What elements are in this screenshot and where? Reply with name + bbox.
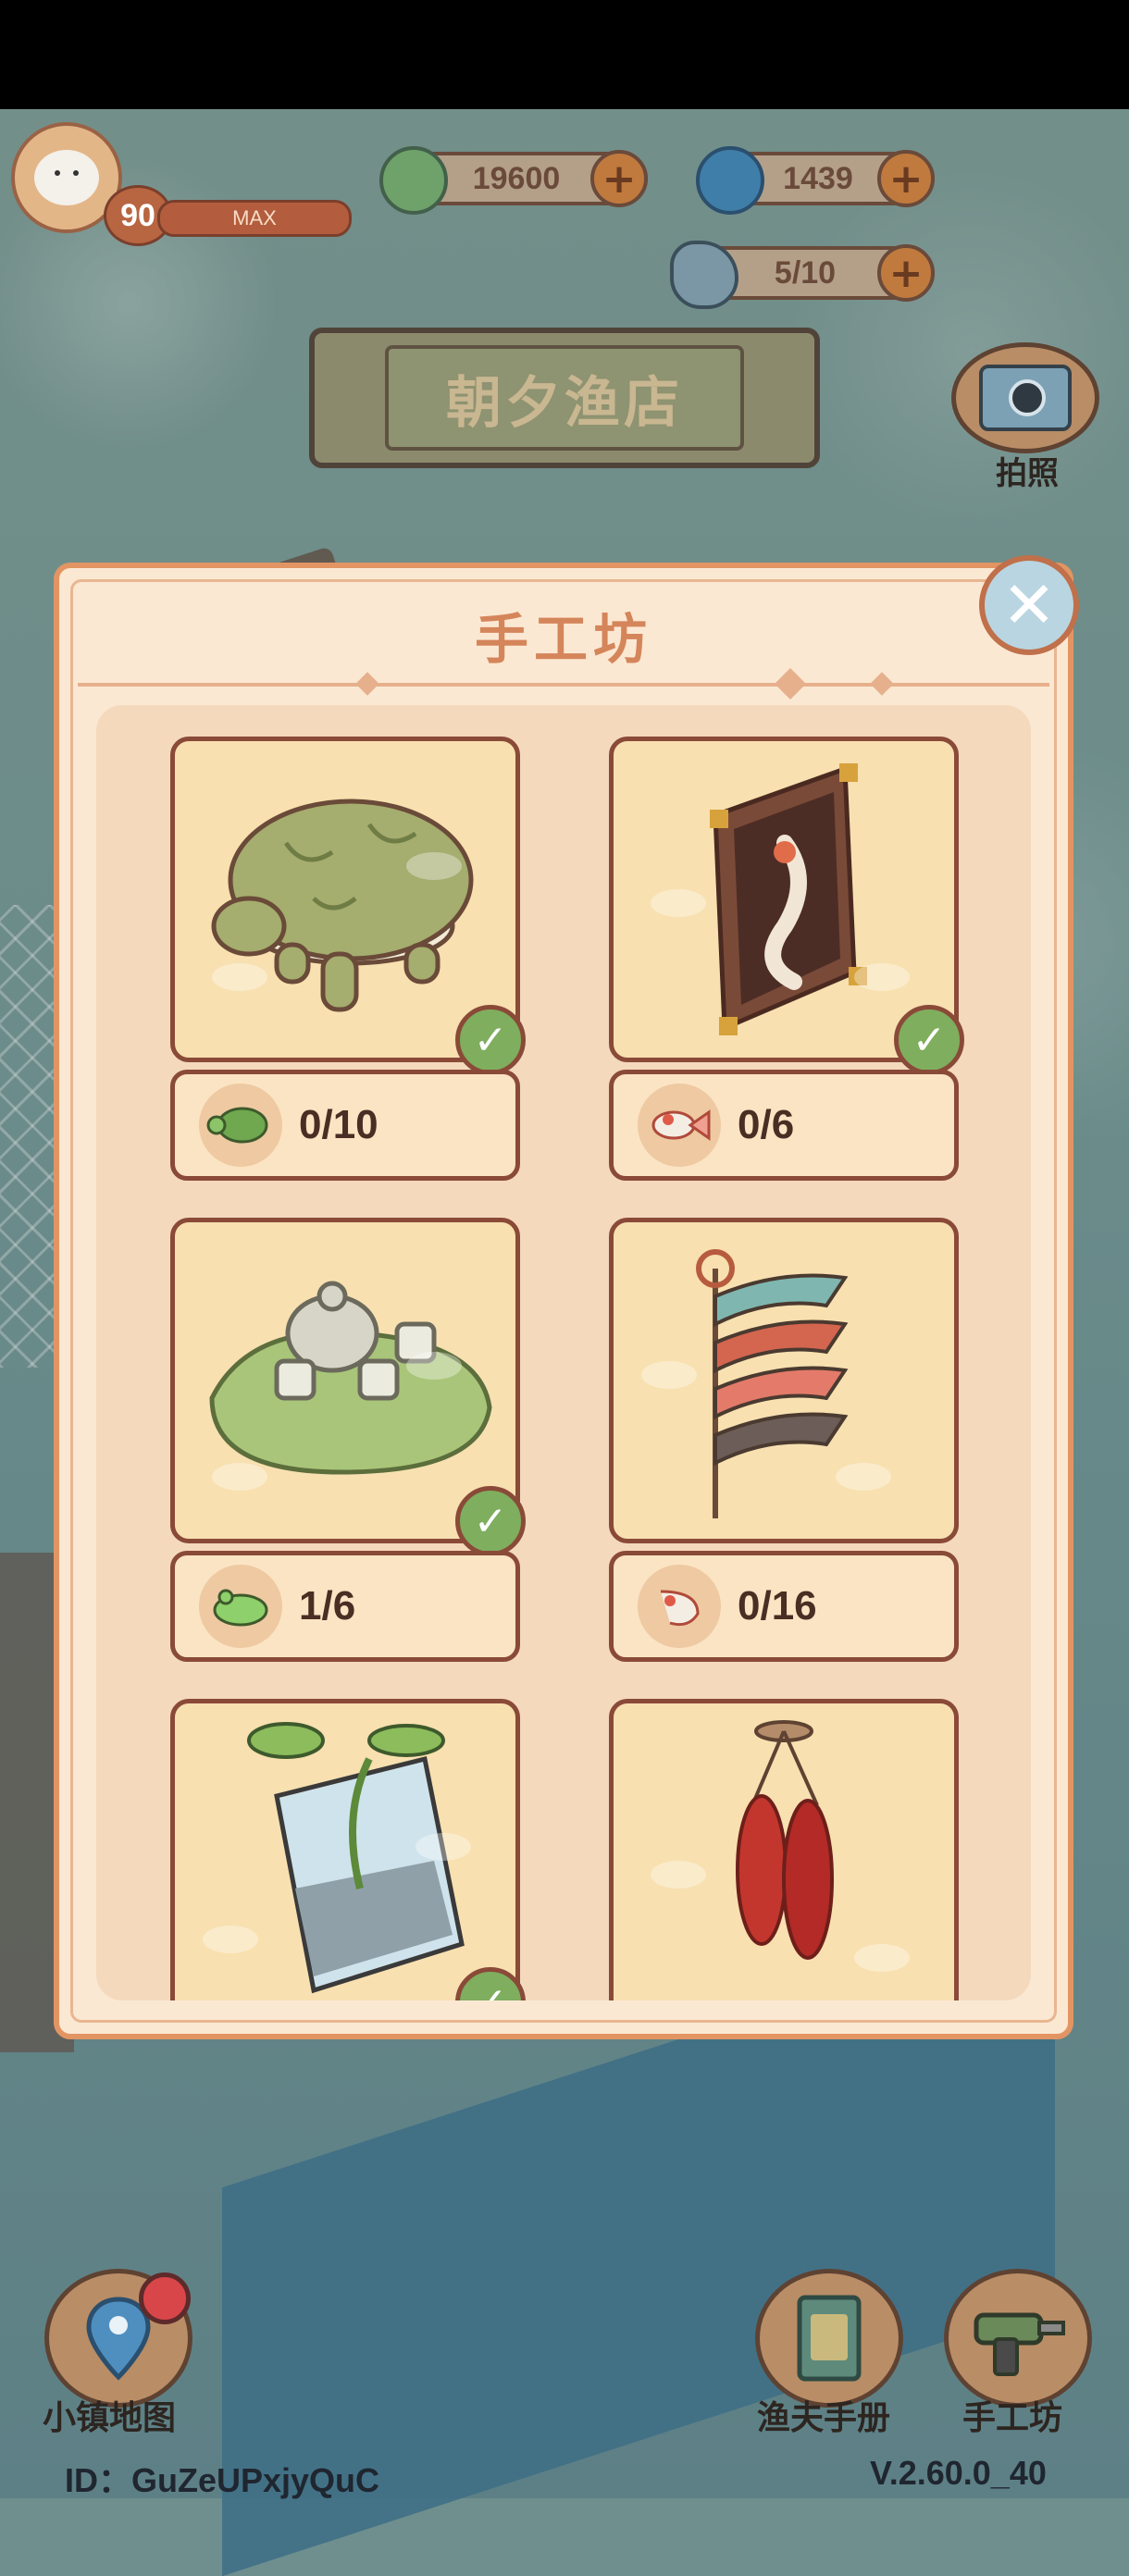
handbook-label: 渔夫手册: [757, 2399, 891, 2437]
add-clover-button[interactable]: +: [590, 150, 648, 207]
shop-name: 朝夕渔店: [385, 345, 744, 451]
craft-item-card-hanging-crawfish[interactable]: [609, 1699, 959, 2000]
item-image-box: [170, 1699, 520, 2000]
camera-icon: [979, 365, 1072, 431]
item-count: 0/16: [738, 1583, 817, 1629]
completed-check-icon: ✓: [894, 1005, 964, 1075]
item-counter: 1/6: [170, 1551, 520, 1662]
level-progress-bar: MAX: [157, 200, 352, 237]
camera-label: 拍照: [996, 455, 1059, 492]
add-spiral-button[interactable]: +: [877, 150, 935, 207]
drill-icon: [974, 2312, 1065, 2376]
add-fish-capacity-button[interactable]: +: [877, 244, 935, 302]
clover-icon: [379, 146, 448, 215]
spiral-currency: 1439 +: [696, 146, 935, 215]
completed-check-icon: ✓: [455, 1486, 526, 1556]
craft-item-card-turtle[interactable]: ✓ 0/10: [170, 737, 526, 1184]
notification-dot: [139, 2273, 191, 2324]
fish-icon: [670, 241, 738, 309]
town-map-label: 小镇地图: [43, 2399, 177, 2437]
item-image-box: [609, 1699, 959, 2000]
close-modal-button[interactable]: ✕: [979, 555, 1079, 655]
workshop-modal: 手工坊 ✓ 0/10 ✓ 0/6 ✓ 1/6 0/16: [54, 563, 1073, 2039]
craft-item-card-carp-streamer[interactable]: 0/16: [609, 1218, 959, 1666]
item-counter: 0/16: [609, 1551, 959, 1662]
spiral-icon: [696, 146, 764, 215]
item-counter: 0/10: [170, 1070, 520, 1181]
turtle-icon: [199, 1084, 282, 1167]
craft-item-card-frog-tea-set[interactable]: ✓ 1/6: [170, 1218, 526, 1666]
handbook-icon: [797, 2295, 862, 2382]
workshop-button[interactable]: [944, 2269, 1092, 2408]
player-id: ID：GuZeUPxjyQuC: [65, 2461, 380, 2499]
modal-title: 手工坊: [474, 608, 652, 671]
craft-item-card-fish-painting[interactable]: ✓ 0/6: [609, 737, 964, 1184]
goldfish-icon: [638, 1084, 721, 1167]
item-image-box: [609, 1218, 959, 1543]
clover-currency: 19600 +: [379, 146, 648, 215]
fisherman-handbook-button[interactable]: [755, 2269, 903, 2408]
status-bar: [0, 0, 1129, 109]
workshop-label: 手工坊: [962, 2399, 1063, 2437]
tea-set-on-lily-pad-icon: [209, 1281, 492, 1475]
turtle-icon: [211, 799, 474, 1012]
item-count: 1/6: [299, 1583, 356, 1629]
fish-capacity: 5/10 +: [670, 241, 935, 309]
item-count: 0/10: [299, 1102, 378, 1147]
title-divider: [78, 683, 1049, 687]
craft-item-card-plant-aquarium[interactable]: ✓: [170, 1699, 526, 2000]
item-count: 0/6: [738, 1102, 795, 1147]
app-version: V.2.60.0_40: [870, 2454, 1047, 2492]
shop-name-sign: 朝夕渔店: [309, 328, 820, 468]
close-icon: ✕: [1001, 567, 1057, 643]
completed-check-icon: ✓: [455, 1005, 526, 1075]
frog-icon: [199, 1565, 282, 1648]
camera-button[interactable]: [951, 342, 1099, 453]
items-scroll-area[interactable]: ✓ 0/10 ✓ 0/6 ✓ 1/6 0/16: [96, 705, 1031, 2000]
item-counter: 0/6: [609, 1070, 959, 1181]
avatar-face-icon: [34, 150, 99, 205]
koi-icon: [638, 1565, 721, 1648]
